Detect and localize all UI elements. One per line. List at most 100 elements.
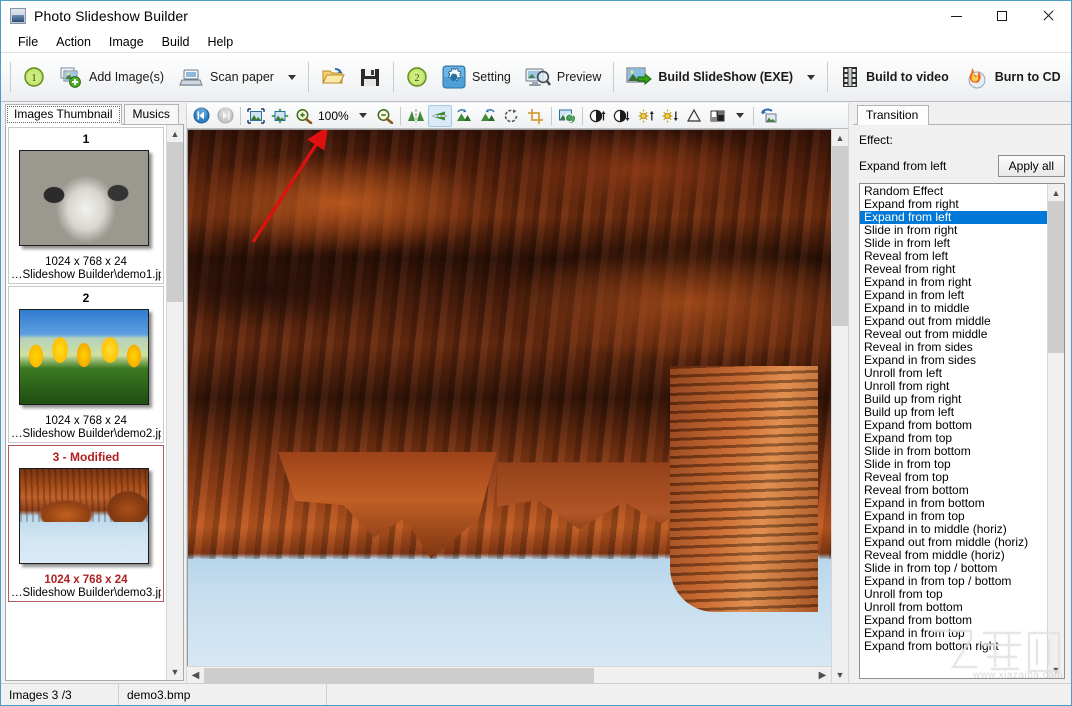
scroll-up-icon[interactable]: ▲ [832, 129, 848, 146]
scroll-up-icon[interactable]: ▲ [167, 125, 183, 142]
fit-to-window-button[interactable] [244, 105, 268, 127]
build-slideshow-dropdown-caret[interactable] [807, 74, 816, 80]
menu-bar: File Action Image Build Help [1, 31, 1071, 53]
effect-scroll-thumb[interactable] [1048, 201, 1064, 353]
thumbnail-item-2[interactable]: 2 1024 x 768 x 24 …Slideshow Builder\dem… [8, 286, 164, 443]
canvas-hscroll-track[interactable] [204, 666, 814, 684]
canvas-column: ◀ ▶ [187, 129, 831, 684]
scroll-down-icon[interactable]: ▼ [832, 666, 848, 683]
close-button[interactable] [1025, 1, 1071, 31]
thumbnail-item-3[interactable]: 3 - Modified 1024 x 768 x 24 …Slideshow … [8, 445, 164, 602]
sharpen-button[interactable] [682, 105, 706, 127]
scroll-right-icon[interactable]: ▶ [814, 667, 831, 684]
contrast-up-button[interactable] [634, 105, 658, 127]
flip-vertical-icon [432, 111, 448, 120]
zoom-in-icon [296, 108, 313, 124]
toolbar-separator-5 [827, 62, 829, 92]
zoom-out-button[interactable] [373, 105, 397, 127]
thumbnail-number: 2 [82, 291, 90, 305]
brightness-up-button[interactable] [586, 105, 610, 127]
menu-action[interactable]: Action [47, 33, 100, 51]
scroll-left-icon[interactable]: ◀ [187, 667, 204, 684]
thumbnail-scroll-thumb[interactable] [167, 142, 183, 302]
scroll-up-icon[interactable]: ▲ [1048, 184, 1064, 201]
scan-paper-button[interactable]: Scan paper [171, 56, 281, 98]
canvas-vertical-scrollbar[interactable]: ▲ ▼ [831, 129, 848, 683]
burn-cd-flame-icon [968, 68, 986, 89]
brightness-down-button[interactable] [610, 105, 634, 127]
burn-to-cd-button[interactable]: Burn to CD [956, 56, 1068, 98]
effect-list[interactable]: Random Effect Expand from right Expand fro… [860, 184, 1047, 678]
maximize-button[interactable] [979, 1, 1025, 31]
rotate-left-button[interactable] [452, 105, 476, 127]
center-panel: 100% ◀ ▶ ▲ ▼ [187, 103, 849, 684]
scan-paper-dropdown-caret[interactable] [287, 74, 296, 80]
add-images-button[interactable]: Add Image(s) [52, 56, 171, 98]
undo-icon [760, 108, 777, 122]
open-project-button[interactable] [314, 56, 352, 98]
menu-image[interactable]: Image [100, 33, 153, 51]
contrast-up-icon [638, 109, 654, 122]
thumbnail-list[interactable]: 1 1024 x 768 x 24 …Slideshow Builder\dem… [6, 125, 166, 680]
grayscale-button[interactable] [706, 105, 730, 127]
thumbnail-item-1[interactable]: 1 1024 x 768 x 24 …Slideshow Builder\dem… [8, 127, 164, 284]
cliff-formation-right [670, 365, 819, 613]
toolbar-separator-4 [613, 62, 615, 92]
tab-transition[interactable]: Transition [857, 105, 930, 125]
thumbnail-dimensions: 1024 x 768 x 24 [45, 256, 127, 268]
tab-musics[interactable]: Musics [123, 104, 179, 125]
main-body: Images Thumbnail Musics 1 1024 x 768 x 2… [1, 103, 1071, 684]
rotate-right-icon [480, 108, 495, 121]
rotate-free-icon [504, 108, 518, 122]
current-effect-value: Expand from left [859, 159, 947, 173]
build-slideshow-button[interactable]: Build SlideShow (EXE) [619, 56, 800, 98]
menu-build[interactable]: Build [153, 33, 199, 51]
add-images-icon [60, 67, 81, 88]
zoom-preset-caret[interactable] [358, 113, 367, 118]
save-project-button[interactable] [352, 56, 388, 98]
scan-paper-label: Scan paper [210, 70, 274, 84]
status-bar: Images 3 /3 demo3.bmp [1, 683, 1071, 705]
zoom-level-label: 100% [318, 108, 349, 123]
image-canvas[interactable] [187, 129, 831, 666]
tab-images-thumbnail[interactable]: Images Thumbnail [5, 104, 122, 125]
canvas-vscroll-thumb[interactable] [832, 146, 848, 326]
canvas-horizontal-scrollbar[interactable]: ◀ ▶ [187, 666, 831, 684]
svg-text:2: 2 [414, 73, 419, 84]
zoom-in-button[interactable] [292, 105, 316, 127]
thumbnail-image-wrap [19, 150, 153, 250]
previous-image-button[interactable] [189, 105, 213, 127]
effect-list-scrollbar[interactable]: ▲ ▼ [1047, 184, 1064, 678]
effects-icon [558, 109, 575, 123]
thumbnail-scrollbar[interactable]: ▲ ▼ [166, 125, 183, 680]
flip-vertical-button[interactable] [427, 104, 452, 127]
grayscale-dropdown-caret[interactable] [735, 113, 744, 118]
fit-to-window-icon [247, 107, 265, 124]
film-strip-icon [843, 67, 858, 87]
right-panel: Transition Effect: Expand from left Appl… [849, 103, 1071, 683]
minimize-button[interactable] [933, 1, 979, 31]
flip-horizontal-button[interactable] [404, 105, 428, 127]
menu-help[interactable]: Help [198, 33, 242, 51]
effects-button[interactable] [555, 105, 579, 127]
canvas-hscroll-thumb[interactable] [204, 667, 594, 683]
contrast-down-icon [662, 109, 678, 122]
apply-all-button[interactable]: Apply all [997, 155, 1065, 177]
setting-button[interactable]: Setting [435, 56, 518, 98]
contrast-down-button[interactable] [658, 105, 682, 127]
thumbnail-scroll-track[interactable] [167, 142, 183, 663]
preview-button[interactable]: Preview [518, 56, 608, 98]
rotate-free-button[interactable] [500, 105, 524, 127]
menu-file[interactable]: File [9, 33, 47, 51]
actual-size-button[interactable] [268, 105, 292, 127]
canvas-vscroll-track[interactable] [832, 146, 848, 666]
undo-button[interactable] [757, 105, 781, 127]
next-image-button[interactable] [213, 105, 237, 127]
effect-scroll-track[interactable] [1048, 201, 1064, 661]
rotate-right-button[interactable] [476, 105, 500, 127]
crop-button[interactable] [524, 105, 548, 127]
effect-list-item[interactable]: Expand from bottom right [860, 640, 1047, 653]
scroll-down-icon[interactable]: ▼ [1048, 661, 1064, 678]
build-to-video-button[interactable]: Build to video [833, 56, 956, 98]
scroll-down-icon[interactable]: ▼ [167, 663, 183, 680]
